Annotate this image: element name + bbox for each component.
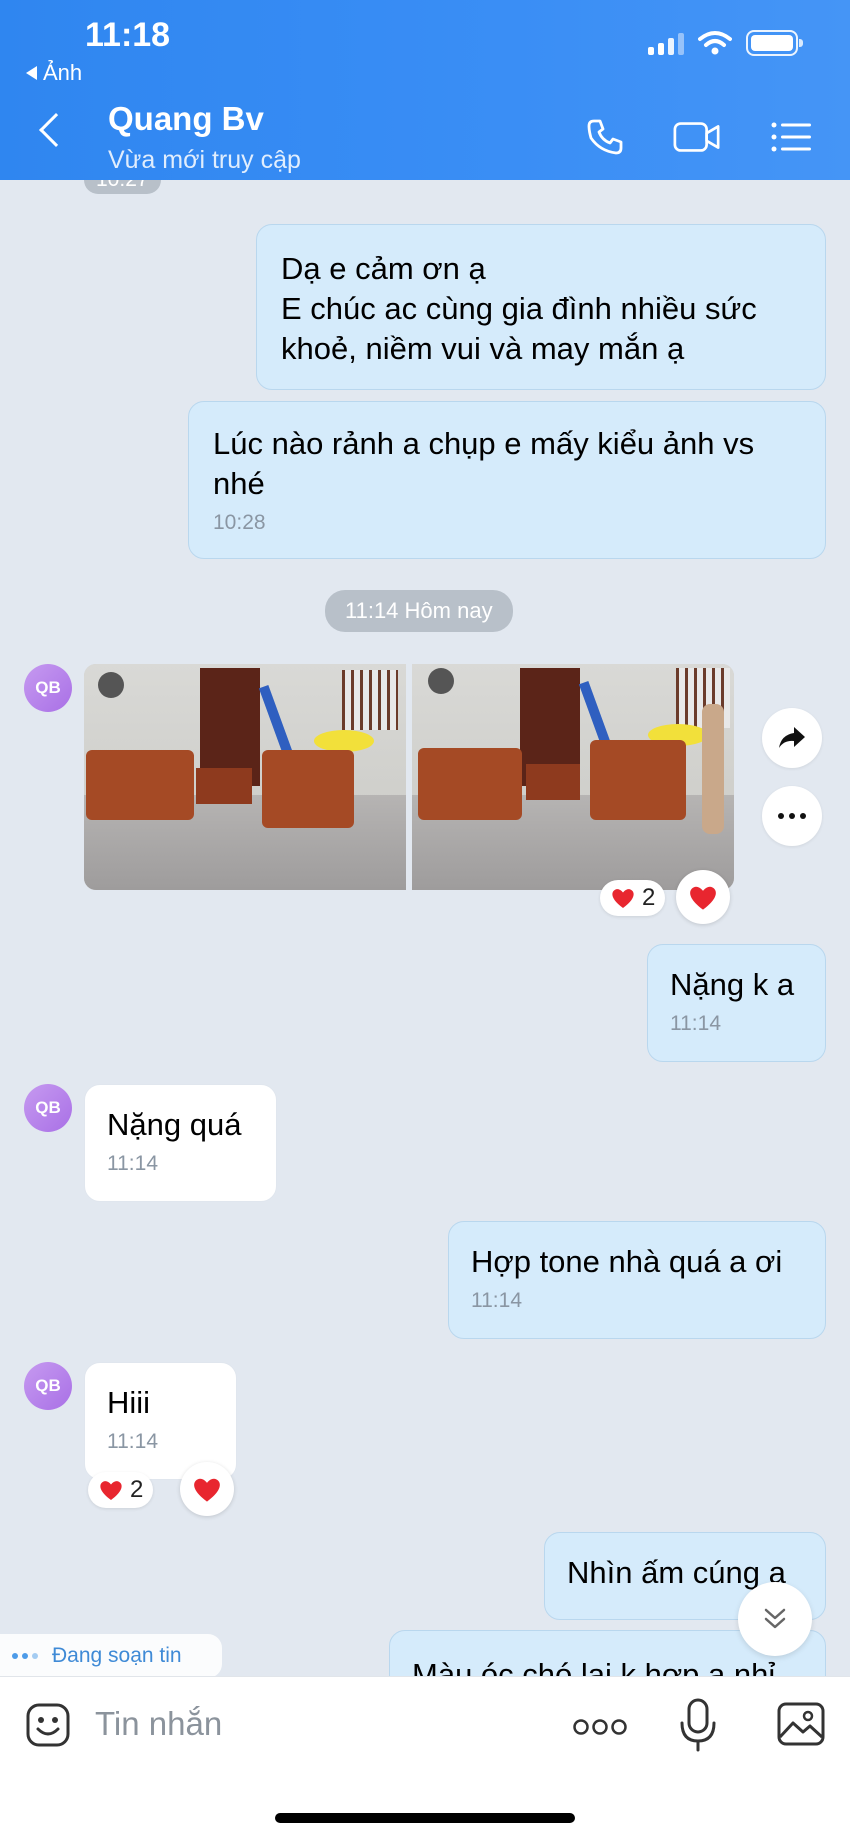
contact-status: Vừa mới truy cập (108, 146, 301, 174)
outgoing-message-3[interactable]: Nặng k a 11:14 (647, 944, 826, 1062)
battery-icon (746, 30, 803, 56)
voice-call-button[interactable] (580, 112, 630, 162)
message-time: 10:28 (213, 511, 266, 534)
status-time: 11:18 (85, 16, 171, 54)
heart-icon (194, 1478, 220, 1502)
message-time: 11:14 (471, 1289, 522, 1312)
status-icons (648, 30, 803, 56)
heart-icon (690, 886, 716, 910)
message-time: 11:14 (670, 1012, 721, 1035)
send-image-button[interactable] (776, 1701, 826, 1747)
shared-photo-1[interactable] (84, 664, 406, 890)
back-triangle-icon (26, 66, 37, 80)
chat-header: 11:18 Ảnh Quang Bv Vừa mới truy cập (0, 0, 850, 180)
outgoing-message-5[interactable]: Hợp tone nhà quá a ơi 11:14 (448, 1221, 826, 1339)
reaction-count: 2 (130, 1476, 144, 1503)
reaction-summary[interactable]: 2 (88, 1472, 154, 1508)
voice-message-button[interactable] (678, 1697, 718, 1753)
day-divider: 11:14 Hôm nay (325, 590, 513, 632)
chat-options-button[interactable] (766, 112, 816, 162)
typing-label: Đang soạn tin (52, 1644, 182, 1667)
react-heart-button[interactable] (676, 870, 730, 924)
message-text: Hợp tone nhà quá a ơi (471, 1244, 783, 1279)
contact-name[interactable]: Quang Bv (108, 100, 264, 138)
list-menu-icon (771, 122, 811, 152)
image-gallery-icon (777, 1702, 825, 1746)
sticker-button[interactable] (24, 1701, 72, 1749)
share-arrow-icon (779, 727, 805, 748)
message-text: Nặng quá (107, 1107, 242, 1142)
message-line: Lúc nào rảnh a chụp e mấy kiểu ảnh vs (213, 426, 755, 461)
typing-dots-icon (12, 1653, 38, 1659)
message-text: Nặng k a (670, 967, 795, 1002)
message-text: Hiii (107, 1385, 151, 1420)
reaction-count: 2 (642, 884, 656, 911)
message-input[interactable]: Tin nhắn (95, 1705, 222, 1743)
smiley-icon (26, 1703, 70, 1747)
message-time: 11:14 (107, 1430, 158, 1453)
message-line: Dạ e cảm ơn ạ (281, 251, 486, 286)
message-line: khoẻ, niềm vui và may mắn ạ (281, 331, 685, 366)
back-to-app-link[interactable]: Ảnh (26, 60, 82, 86)
more-options-button[interactable] (762, 786, 822, 846)
home-indicator (275, 1813, 575, 1823)
avatar[interactable]: QB (24, 664, 72, 712)
heart-icon (612, 889, 634, 908)
incoming-message-4[interactable]: Nặng quá 11:14 (84, 1084, 277, 1202)
more-actions-button[interactable] (572, 1709, 628, 1745)
back-chevron-icon[interactable] (39, 113, 73, 147)
more-dots-icon (778, 813, 806, 819)
signal-icon (648, 31, 684, 55)
wifi-icon (698, 31, 732, 55)
message-line: nhé (213, 466, 265, 501)
typing-indicator: Đang soạn tin (0, 1634, 222, 1678)
video-camera-icon (673, 122, 720, 152)
phone-icon (587, 119, 623, 155)
outgoing-message-1[interactable]: Dạ e cảm ơn ạ E chúc ac cùng gia đình nh… (256, 224, 826, 390)
three-dots-icon (573, 1719, 627, 1735)
shared-photo-2[interactable] (412, 664, 734, 890)
message-line: E chúc ac cùng gia đình nhiều sức (281, 291, 757, 326)
scroll-to-bottom-button[interactable] (738, 1582, 812, 1656)
heart-icon (100, 1481, 122, 1500)
microphone-icon (680, 1698, 716, 1752)
message-time: 11:14 (107, 1152, 158, 1175)
back-app-label: Ảnh (43, 60, 83, 85)
avatar[interactable]: QB (24, 1084, 72, 1132)
avatar[interactable]: QB (24, 1362, 72, 1410)
outgoing-message-2[interactable]: Lúc nào rảnh a chụp e mấy kiểu ảnh vs nh… (188, 401, 826, 559)
reaction-summary[interactable]: 2 (600, 880, 666, 916)
forward-button[interactable] (762, 708, 822, 768)
double-chevron-down-icon (764, 1608, 786, 1629)
video-call-button[interactable] (672, 112, 722, 162)
react-heart-button[interactable] (180, 1462, 234, 1516)
